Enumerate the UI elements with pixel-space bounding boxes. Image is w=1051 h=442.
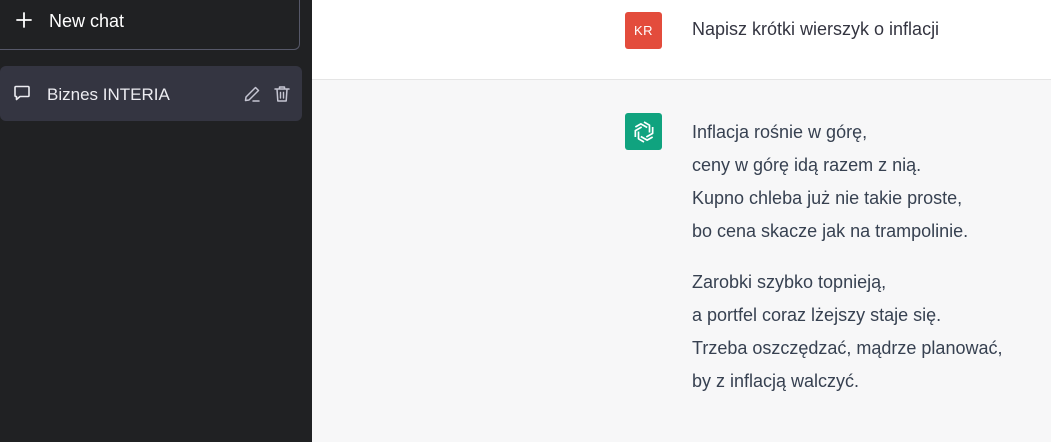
poem-line: Zarobki szybko topnieją, <box>692 272 887 292</box>
user-message-row: KR Napisz krótki wierszyk o inflacji <box>312 0 1051 80</box>
new-chat-label: New chat <box>49 11 125 31</box>
sidebar: New chat Biznes INTERIA <box>0 0 312 442</box>
chat-bubble-icon <box>14 85 30 101</box>
openai-logo-icon <box>633 120 654 143</box>
user-message-text: Napisz krótki wierszyk o inflacji <box>692 19 940 39</box>
poem-line: Inflacja rośnie w górę, <box>692 122 868 142</box>
new-chat-button[interactable]: New chat <box>0 0 300 50</box>
poem-line: ceny w górę idą razem z nią. <box>692 155 922 175</box>
poem-line: Kupno chleba już nie takie proste, <box>692 188 963 208</box>
poem-line: by z inflacją walczyć. <box>692 371 860 391</box>
poem-stanza: Zarobki szybko topnieją, a portfel coraz… <box>692 269 1047 401</box>
conversation-panel: KR Napisz krótki wierszyk o inflacji Inf… <box>312 0 1051 442</box>
poem-stanza: Inflacja rośnie w górę, ceny w górę idą … <box>692 119 1047 251</box>
user-avatar: KR <box>625 12 662 49</box>
sidebar-item-conversation[interactable]: Biznes INTERIA <box>0 66 302 121</box>
assistant-avatar <box>625 113 662 150</box>
poem-line: a portfel coraz lżejszy staje się. <box>692 305 942 325</box>
poem-line: bo cena skacze jak na trampolinie. <box>692 221 969 241</box>
edit-pencil-icon[interactable] <box>242 84 262 104</box>
chat-app: New chat Biznes INTERIA KR Napisz krótki <box>0 0 1051 442</box>
poem-line: Trzeba oszczędzać, mądrze planować, <box>692 338 1003 358</box>
trash-icon[interactable] <box>272 84 292 104</box>
conversation-title: Biznes INTERIA <box>47 85 170 104</box>
assistant-message-text: Inflacja rośnie w górę, ceny w górę idą … <box>692 119 1047 419</box>
assistant-message-row: Inflacja rośnie w górę, ceny w górę idą … <box>312 80 1051 442</box>
plus-icon <box>16 12 32 28</box>
